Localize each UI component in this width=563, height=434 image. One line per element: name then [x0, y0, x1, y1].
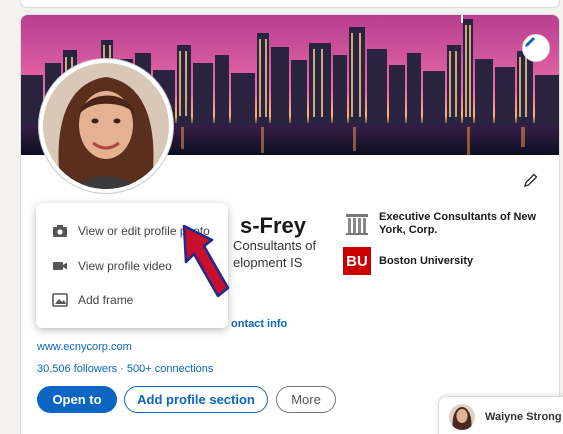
website-link[interactable]: www.ecnycorp.com	[37, 341, 132, 353]
followers-connections-link[interactable]: 30,506 followers · 500+ connections	[37, 363, 213, 375]
profile-photo-image	[43, 63, 169, 189]
add-profile-section-button[interactable]: Add profile section	[124, 386, 268, 413]
school-name: Boston University	[379, 255, 474, 267]
profile-name: s-Frey	[240, 213, 307, 238]
current-company[interactable]: Executive Consultants of New York, Corp.	[343, 210, 559, 238]
profile-photo[interactable]	[39, 59, 173, 193]
chat-avatar	[449, 404, 475, 430]
annotation-arrow-icon	[182, 224, 230, 298]
menu-item-label: Add frame	[78, 293, 134, 307]
columns-logo-icon	[343, 210, 371, 238]
pencil-icon	[525, 37, 535, 47]
profile-headline-line1: Consultants of	[233, 238, 317, 253]
previous-card-edge	[20, 0, 560, 8]
pencil-icon	[523, 173, 538, 188]
open-to-button[interactable]: Open to	[37, 386, 117, 413]
education-school[interactable]: BU Boston University	[343, 247, 559, 275]
menu-item-label: View profile video	[78, 259, 172, 273]
linkedin-profile-view: s-Frey Consultants of elopment IS ontact…	[0, 0, 563, 434]
edit-intro-button[interactable]	[523, 172, 539, 193]
camera-icon	[51, 223, 69, 239]
profile-headline-line2: elopment IS	[233, 255, 303, 270]
contact-info-link[interactable]: ontact info	[231, 318, 287, 330]
more-button[interactable]: More	[276, 386, 336, 413]
chat-contact-name: Waiyne Strong	[485, 411, 562, 423]
image-icon	[51, 292, 69, 308]
video-icon	[51, 258, 69, 274]
company-name: Executive Consultants of New York, Corp.	[379, 211, 537, 236]
messaging-chat-tab[interactable]: Waiyne Strong	[438, 396, 563, 434]
school-logo: BU	[343, 247, 371, 275]
edit-banner-button[interactable]	[522, 34, 550, 62]
